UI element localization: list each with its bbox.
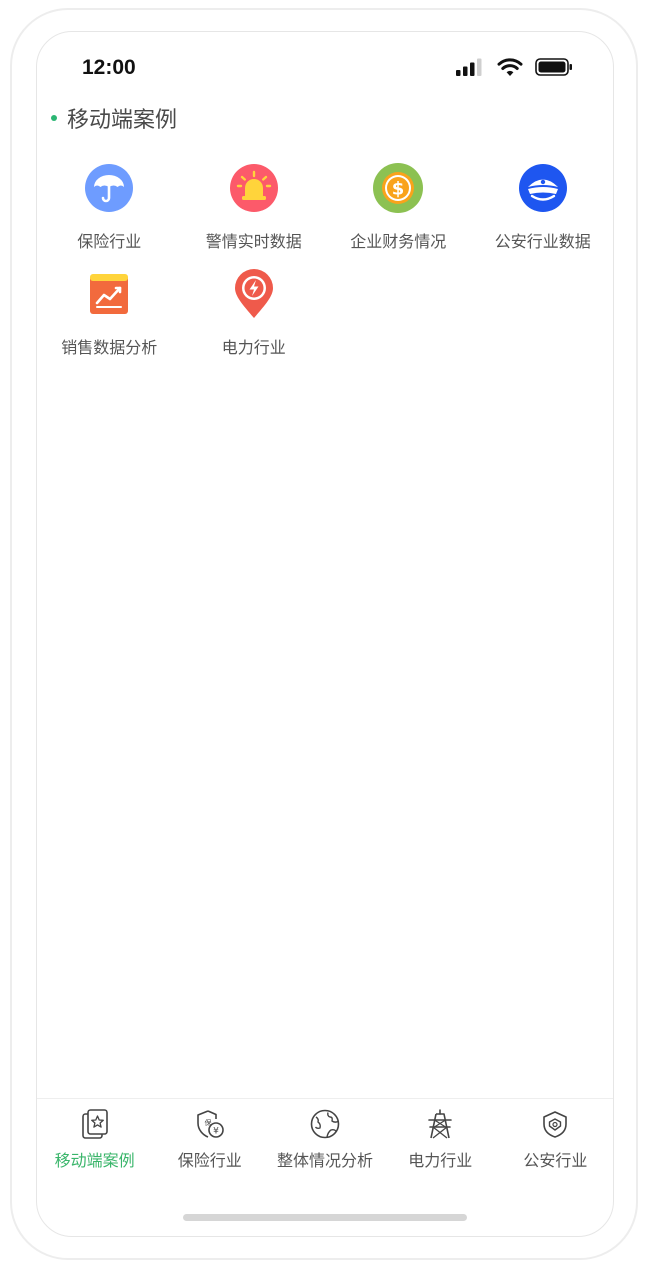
tab-power-industry[interactable]: 电力行业 <box>383 1099 498 1179</box>
tab-mobile-cases[interactable]: 移动端案例 <box>37 1099 152 1179</box>
tab-overall-analysis[interactable]: 整体情况分析 <box>267 1099 382 1179</box>
svg-text:$: $ <box>392 179 405 200</box>
battery-icon <box>535 58 572 76</box>
signal-icon <box>456 58 482 76</box>
star-card-icon <box>78 1107 112 1141</box>
section-title: 移动端案例 <box>67 108 178 133</box>
app-item-enterprise-finance[interactable]: $ 企业财务情况 <box>326 160 471 266</box>
app-label: 保险行业 <box>77 232 142 251</box>
app-label: 企业财务情况 <box>350 232 447 251</box>
tab-label: 保险行业 <box>177 1151 242 1170</box>
police-cap-icon <box>515 160 571 216</box>
app-label: 公安行业数据 <box>494 232 591 251</box>
app-label: 电力行业 <box>221 338 286 357</box>
app-grid: 保险行业 警情实时数据 $ 企业财务情况 公安行业数据 销售数据分析 电力行业 <box>37 160 614 372</box>
app-label: 警情实时数据 <box>205 232 302 251</box>
police-badge-icon <box>538 1107 572 1141</box>
status-icons <box>455 57 573 77</box>
tab-public-security[interactable]: 公安行业 <box>498 1099 613 1179</box>
svg-text:¥: ¥ <box>213 1126 219 1136</box>
dollar-coin-icon: $ <box>370 160 426 216</box>
app-label: 销售数据分析 <box>61 338 158 357</box>
sales-chart-icon <box>81 266 137 322</box>
tab-label: 公安行业 <box>523 1151 588 1170</box>
tab-insurance[interactable]: 保 ¥ 保险行业 <box>152 1099 267 1179</box>
section-dot <box>51 115 57 121</box>
section-header: 移动端案例 <box>51 102 177 134</box>
app-item-police-alarm[interactable]: 警情实时数据 <box>182 160 327 266</box>
home-indicator[interactable] <box>183 1214 467 1221</box>
power-pin-icon <box>226 266 282 322</box>
status-bar: 12:00 <box>37 32 613 92</box>
power-tower-icon <box>423 1107 457 1141</box>
alarm-light-icon <box>226 160 282 216</box>
bottom-tab-bar: 移动端案例 保 ¥ 保险行业 整体情况分析 电力行业 公安行业 <box>37 1098 613 1179</box>
tab-label: 整体情况分析 <box>277 1151 374 1170</box>
status-time: 12:00 <box>82 56 136 79</box>
app-item-sales-analysis[interactable]: 销售数据分析 <box>37 266 182 372</box>
umbrella-icon <box>81 160 137 216</box>
tab-label: 电力行业 <box>408 1151 473 1170</box>
app-item-insurance[interactable]: 保险行业 <box>37 160 182 266</box>
phone-screen: 12:00 移动端案例 保险行业 警情实时数据 $ 企业财务情况 公安行业数据 … <box>36 31 614 1237</box>
globe-icon <box>308 1107 342 1141</box>
tab-label: 移动端案例 <box>54 1151 135 1170</box>
shield-yuan-icon: 保 ¥ <box>193 1107 227 1141</box>
app-item-public-security[interactable]: 公安行业数据 <box>471 160 614 266</box>
app-item-power-industry[interactable]: 电力行业 <box>182 266 327 372</box>
wifi-icon <box>497 58 523 76</box>
